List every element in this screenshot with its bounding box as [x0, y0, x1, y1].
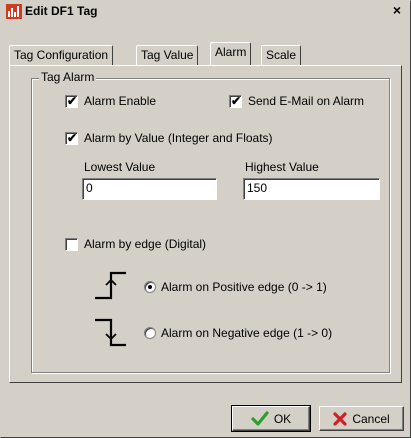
close-button[interactable]: ×	[389, 3, 405, 18]
lowest-value-label: Lowest Value	[84, 160, 156, 174]
title-bar: Edit DF1 Tag ×	[1, 1, 410, 22]
falling-edge-icon	[95, 318, 126, 347]
ok-button-label: OK	[273, 411, 292, 426]
negative-edge-label: Alarm on Negative edge (1 -> 0)	[161, 326, 333, 340]
checkmark-icon: ✔	[67, 94, 78, 108]
checkmark-icon: ✔	[231, 94, 242, 108]
x-icon	[333, 411, 347, 426]
window-title: Edit DF1 Tag	[25, 4, 98, 18]
highest-value-input[interactable]: 150	[243, 178, 380, 200]
alarm-by-edge-label: Alarm by edge (Digital)	[84, 237, 207, 251]
ok-button[interactable]: OK	[231, 405, 311, 432]
alarm-enable-label: Alarm Enable	[84, 94, 157, 108]
cancel-button-label: Cancel	[352, 411, 390, 426]
close-icon: ×	[392, 2, 402, 18]
tab-tag-value[interactable]: Tag Value	[136, 45, 199, 65]
alarm-enable-checkbox[interactable]: ✔	[65, 94, 78, 108]
check-icon	[251, 410, 269, 426]
alarm-by-value-label: Alarm by Value (Integer and Floats)	[84, 131, 273, 145]
positive-edge-radio[interactable]	[144, 281, 156, 293]
lowest-value-input[interactable]: 0	[82, 178, 217, 200]
negative-edge-radio[interactable]	[144, 327, 156, 339]
positive-edge-label: Alarm on Positive edge (0 -> 1)	[161, 280, 327, 294]
bar-chart-icon	[6, 4, 22, 19]
tab-label: Alarm	[215, 45, 247, 59]
checkmark-icon: ✔	[67, 131, 78, 145]
tab-label: Tag Configuration	[14, 48, 109, 62]
send-email-checkbox[interactable]: ✔	[229, 94, 242, 108]
tab-scale[interactable]: Scale	[261, 45, 302, 65]
tab-tag-configuration[interactable]: Tag Configuration	[9, 45, 114, 65]
tab-label: Scale	[266, 48, 297, 62]
tab-label: Tag Value	[141, 48, 194, 62]
radio-selected-dot	[148, 285, 152, 289]
highest-value-label: Highest Value	[245, 160, 319, 174]
alarm-by-edge-checkbox[interactable]	[65, 238, 78, 251]
alarm-by-value-checkbox[interactable]: ✔	[65, 131, 78, 145]
rising-edge-icon	[95, 271, 126, 300]
edit-tag-dialog: Edit DF1 Tag × Tag Configuration Tag Val…	[0, 0, 411, 438]
send-email-label: Send E-Mail on Alarm	[248, 94, 365, 108]
cancel-button[interactable]: Cancel	[319, 406, 404, 431]
group-legend: Tag Alarm	[39, 70, 97, 84]
tab-alarm[interactable]: Alarm	[210, 42, 252, 65]
